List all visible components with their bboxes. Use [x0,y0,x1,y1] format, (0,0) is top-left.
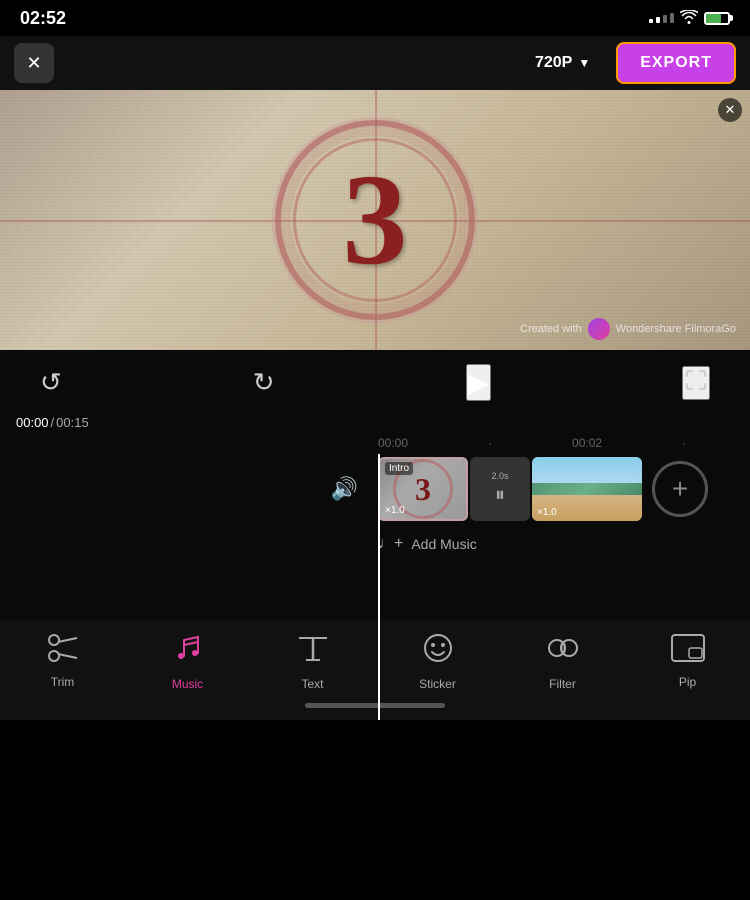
trim-label: Trim [51,675,75,689]
watermark-logo [588,318,610,340]
ruler-mark-2: 00:02 [572,436,602,450]
fullscreen-button[interactable] [682,366,710,400]
text-label: Text [301,677,323,691]
playhead [378,454,380,720]
signal-icon [649,13,674,23]
status-time: 02:52 [20,8,66,29]
pip-icon [671,634,705,669]
watermark-text: Created with [520,323,582,335]
countdown-circle: 3 [275,120,475,320]
clip-intro[interactable]: Intro 3 ×1.0 [378,457,468,521]
music-label: Music [172,677,203,691]
time-display: 00:00 / 00:15 [0,415,750,430]
timeline-ruler: 00:00 · 00:02 · 00:0 [0,436,750,450]
battery-icon [704,12,730,25]
clip-countdown-number: 3 [415,471,431,508]
status-bar: 02:52 [0,0,750,36]
export-button[interactable]: EXPORT [616,42,736,84]
home-indicator [305,703,445,708]
music-note-icon: ♩+ [378,535,403,553]
toolbar-items: Trim Music [0,620,750,699]
sticker-label: Sticker [419,677,456,691]
toolbar-item-sticker[interactable]: Sticker [398,632,478,691]
bottom-toolbar: Trim Music [0,620,750,720]
quality-label: 720P [535,54,572,72]
track-clips: Intro 3 ×1.0 2.0s ⏸ ×1.0 [378,454,708,524]
add-music-label: Add Music [411,536,476,552]
status-icons [649,10,730,27]
toolbar-item-music[interactable]: Music [148,632,228,691]
total-time: 00:15 [56,415,89,430]
time-separator: / [51,415,55,430]
ruler-mark-3: · [682,436,686,450]
play-button[interactable]: ▶ [466,364,492,401]
filter-label: Filter [549,677,576,691]
transition-label: 2.0s [491,471,508,481]
text-icon [298,632,328,671]
timeline-area: ↺ ↻ ▶ 00:00 / 00:15 00:00 · 00:02 · 00:0… [0,350,750,720]
controls-row: ↺ ↻ ▶ [0,350,750,415]
add-clip-button[interactable]: + [652,461,708,517]
quality-selector[interactable]: 720P ▼ [523,48,602,78]
music-icon [172,632,204,671]
trim-icon [47,634,79,669]
watermark: Created with Wondershare FilmoraGo [520,318,736,340]
current-time: 00:00 [16,415,49,430]
filter-icon [547,632,579,671]
volume-icon: 🔊 [331,476,358,502]
clip-transition[interactable]: 2.0s ⏸ [470,457,530,521]
music-track: ♩+ Add Music [0,524,750,564]
close-button[interactable]: ✕ [14,43,54,83]
wifi-icon [680,10,698,27]
track-label: 🔊 [0,476,378,502]
toolbar-item-filter[interactable]: Filter [523,632,603,691]
countdown-number: 3 [343,155,408,285]
clip-video-speed: ×1.0 [537,507,557,518]
pip-label: Pip [679,675,696,689]
toolbar-item-text[interactable]: Text [273,632,353,691]
clip-speed: ×1.0 [385,505,405,516]
video-preview: 3 ✕ Created with Wondershare FilmoraGo [0,90,750,350]
redo-button[interactable]: ↻ [253,367,275,398]
ruler-mark-1: · [488,436,492,450]
toolbar-item-pip[interactable]: Pip [648,634,728,689]
watermark-brand: Wondershare FilmoraGo [616,323,736,335]
top-bar: ✕ 720P ▼ EXPORT [0,36,750,90]
watermark-close-button[interactable]: ✕ [718,98,742,122]
toolbar-item-trim[interactable]: Trim [23,634,103,689]
add-music-button[interactable]: ♩+ Add Music [378,535,477,553]
clip-video[interactable]: ×1.0 [532,457,642,521]
clip-label: Intro [385,462,413,475]
chevron-down-icon: ▼ [578,56,590,70]
video-track: 🔊 Intro 3 ×1.0 2.0s ⏸ [0,454,750,524]
sticker-icon [422,632,454,671]
undo-button[interactable]: ↺ [40,367,62,398]
ruler-mark-0: 00:00 [378,436,408,450]
pause-icon: ⏸ [495,484,505,507]
